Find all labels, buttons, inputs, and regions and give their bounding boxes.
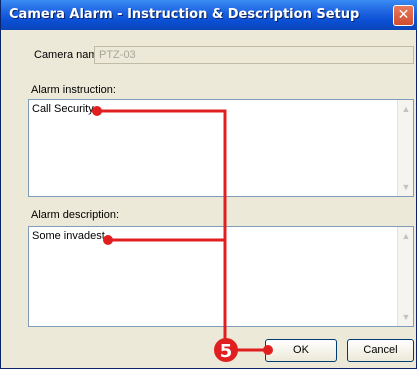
annotation-dot-description [103, 235, 113, 245]
step-number: 5 [220, 341, 233, 362]
annotation-lines [97, 109, 268, 352]
annotation-dot-ok [263, 345, 273, 355]
annotation-overlay: 5 [92, 106, 273, 362]
annotation-line-instruction [97, 109, 227, 350]
annotation-dot-instruction [92, 106, 102, 116]
